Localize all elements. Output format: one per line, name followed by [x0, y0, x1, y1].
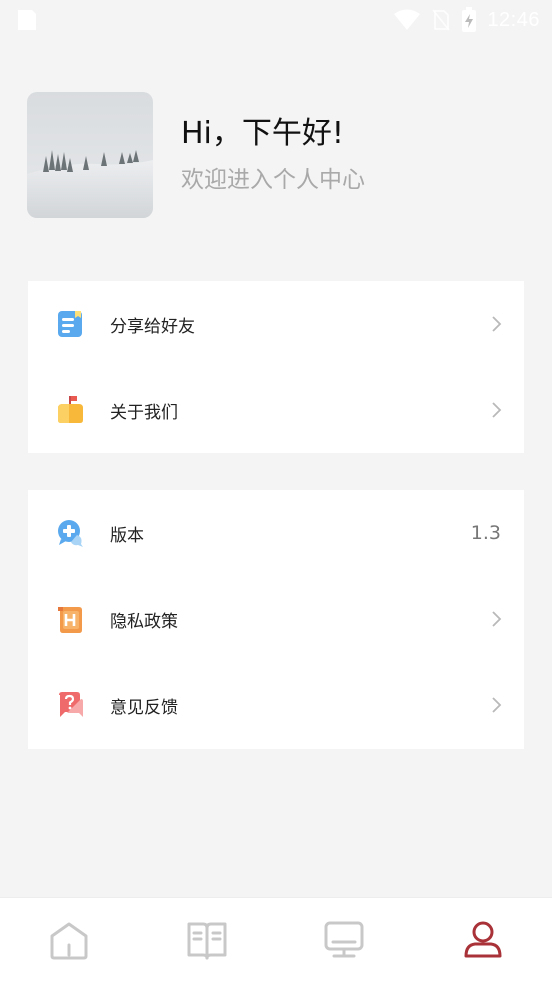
sim-card-icon	[18, 10, 36, 30]
chevron-right-icon	[492, 316, 502, 332]
mailbox-flag-icon	[58, 396, 83, 423]
bottom-navigation	[0, 897, 552, 982]
monitor-icon[interactable]	[322, 918, 366, 962]
menu-item-version[interactable]: 版本 1.3	[28, 490, 524, 576]
battery-charging-icon	[462, 7, 477, 32]
menu-card-primary: 分享给好友 关于我们	[28, 281, 524, 453]
welcome-subtitle: 欢迎进入个人中心	[181, 167, 365, 193]
menu-item-feedback[interactable]: 意见反馈	[28, 662, 524, 748]
chevron-right-icon	[492, 697, 502, 713]
avatar[interactable]	[27, 92, 153, 218]
wifi-icon	[394, 9, 421, 30]
chevron-right-icon	[492, 402, 502, 418]
menu-item-label: 意见反馈	[110, 697, 178, 718]
menu-item-label: 关于我们	[110, 402, 178, 423]
home-icon[interactable]	[47, 918, 91, 962]
greeting-title: Hi，下午好!	[181, 116, 344, 151]
privacy-scroll-icon	[58, 607, 82, 633]
no-sim-icon	[432, 9, 451, 31]
version-value: 1.3	[470, 522, 501, 544]
version-bubble-icon	[58, 520, 83, 547]
book-icon[interactable]	[185, 918, 229, 962]
menu-item-privacy[interactable]: 隐私政策	[28, 576, 524, 662]
status-icons: 12:46	[393, 6, 540, 34]
status-time: 12:46	[487, 8, 540, 31]
menu-card-secondary: 版本 1.3 隐私政策 意见反馈	[28, 490, 524, 749]
share-book-icon	[58, 311, 82, 337]
snow-landscape-image	[27, 92, 153, 218]
menu-item-label: 分享给好友	[110, 316, 195, 337]
feedback-question-icon	[59, 692, 83, 717]
chevron-right-icon	[492, 611, 502, 627]
menu-item-share[interactable]: 分享给好友	[28, 281, 524, 367]
profile-icon[interactable]	[461, 918, 505, 962]
menu-item-about[interactable]: 关于我们	[28, 367, 524, 453]
menu-item-label: 隐私政策	[110, 611, 178, 632]
menu-item-label: 版本	[110, 525, 144, 546]
status-bar: 12:46	[0, 0, 552, 40]
